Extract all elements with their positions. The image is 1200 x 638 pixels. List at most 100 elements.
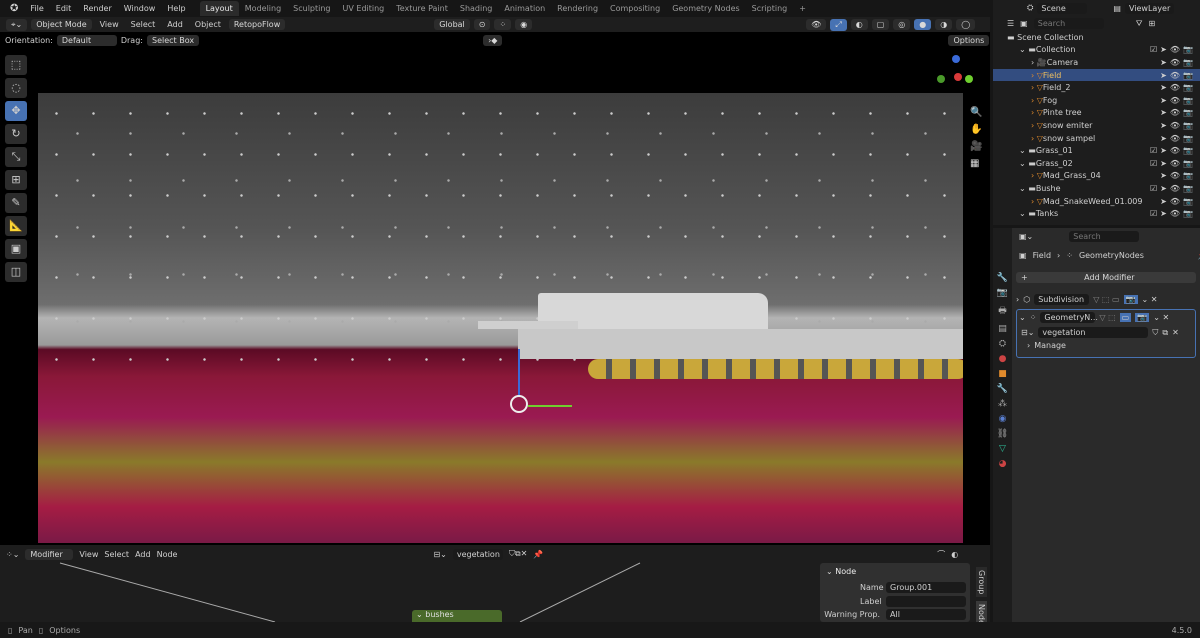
cursor-tool-icon[interactable]: ◌ [5,78,27,98]
visibility-toggles-icon[interactable]: ➤👁📷 [1160,197,1196,206]
scale-tool-icon[interactable]: ⤡ [5,147,27,167]
visibility-toggles-icon[interactable]: ➤👁📷 [1160,108,1196,117]
tab-shading[interactable]: Shading [454,4,499,13]
navigation-gizmo[interactable] [935,55,975,85]
node-name-field[interactable]: Group.001 [886,581,966,593]
outliner-row[interactable]: › ▽ Mad_SnakeWeed_01.009 ➤👁📷 [993,195,1200,208]
proportional-edit-icon[interactable]: ◉ [515,19,533,30]
add-cube-tool-icon[interactable]: ▣ [5,239,27,259]
visibility-toggles-icon[interactable]: ☑➤👁📷 [1150,209,1196,218]
gizmo-y-axis[interactable] [528,405,572,407]
tab-sculpting[interactable]: Sculpting [287,4,336,13]
add-workspace-icon[interactable]: + [793,4,812,13]
outliner-row[interactable]: › ▽ snow emiter ➤👁📷 [993,119,1200,132]
outliner-row[interactable]: ⌄ ▬ Bushe ☑➤👁📷 [993,182,1200,195]
warning-dropdown[interactable]: All [886,608,966,620]
snap-icon[interactable]: ⁘ [494,19,512,30]
outliner-row[interactable]: › ▽ snow sampel ➤👁📷 [993,132,1200,145]
modifier-subdivision[interactable]: › ⬡ Subdivision ▽ ⬚ ▭ 📷 ⌄ ✕ [1016,292,1196,306]
scene-selector[interactable]: Scene [1037,2,1088,14]
object-tab-icon[interactable]: ■ [998,369,1007,379]
orientation-dropdown[interactable]: Default [56,34,117,46]
options-dropdown[interactable]: Options [948,34,990,46]
properties-search[interactable]: Search [1069,231,1140,242]
visibility-toggles-icon[interactable]: ☑➤👁📷 [1150,184,1196,193]
outliner-row[interactable]: › ▽ Field ➤👁📷 [993,68,1200,82]
world-tab-icon[interactable]: ● [999,354,1007,364]
visibility-toggles-icon[interactable]: ➤👁📷 [1160,121,1196,130]
move-tool-icon[interactable]: ✥ [5,101,27,121]
menu-view[interactable]: View [96,20,123,29]
node-tree-icon[interactable]: ⊟⌄ [1021,328,1034,337]
pan-hand-icon[interactable]: ✋ [970,124,982,135]
menu-object[interactable]: Object [191,20,225,29]
view-layer-tab-icon[interactable]: ▤ [998,324,1007,334]
menu-select[interactable]: Select [127,20,160,29]
view-layer-selector[interactable]: ViewLayer [1124,2,1175,14]
visibility-toggles-icon[interactable]: ➤👁📷 [1160,171,1196,180]
rendered-scene[interactable] [38,93,963,543]
drag-dropdown[interactable]: Select Box [146,34,200,46]
filter-icon[interactable]: ⛛ [1136,19,1143,29]
tool-tab-icon[interactable]: 🔧 [997,273,1008,283]
constraints-tab-icon[interactable]: ⛓ [997,429,1008,439]
menu-file[interactable]: File [24,4,49,13]
rotate-tool-icon[interactable]: ↻ [5,124,27,144]
tab-animation[interactable]: Animation [498,4,551,13]
annotate-tool-icon[interactable]: ✎ [5,193,27,213]
fake-user-icon[interactable]: ⛉ [1152,328,1158,338]
outliner-row[interactable]: › 🎥 Camera ➤👁📷 [993,56,1200,69]
outliner-search[interactable]: Search [1033,18,1104,29]
tab-compositing[interactable]: Compositing [604,4,666,13]
outliner-row[interactable]: › ▽ Mad_Grass_04 ➤👁📷 [993,170,1200,183]
visibility-toggles-icon[interactable]: ☑➤👁📷 [1150,159,1196,168]
modifier-geometry-nodes[interactable]: ⌄ ⁘ GeometryN... ▽ ⬚ ▭ 📷 ⌄ ✕ ⊟⌄ vegetation ⛉… [1016,309,1196,358]
sidebar-tab-group[interactable]: Group [976,567,987,598]
output-tab-icon[interactable]: 🖶 [998,303,1007,319]
tab-scripting[interactable]: Scripting [746,4,794,13]
visibility-toggles-icon[interactable]: ☑➤👁📷 [1150,146,1196,155]
tab-texture-paint[interactable]: Texture Paint [390,4,454,13]
shading-material-icon[interactable]: ◑ [935,19,953,30]
select-tool-icon[interactable]: ⬚ [5,55,27,75]
physics-tab-icon[interactable]: ◉ [999,414,1007,424]
menu-window[interactable]: Window [118,4,162,13]
filter-type-icon[interactable]: ▣ [1020,19,1028,28]
tab-rendering[interactable]: Rendering [551,4,604,13]
camera-view-icon[interactable]: 🎥 [970,141,982,152]
material-tab-icon[interactable]: ◕ [999,459,1007,469]
visibility-toggles-icon[interactable]: ➤👁📷 [1160,71,1196,80]
scene-tab-icon[interactable]: ⛭ [999,339,1006,349]
editor-type-icon[interactable]: ▣⌄ [1019,232,1033,241]
outliner-row[interactable]: › ▽ Fog ➤👁📷 [993,94,1200,107]
pivot-icon[interactable]: ⊙ [473,19,491,30]
visibility-toggles-icon[interactable]: ➤👁📷 [1160,83,1196,92]
gizmo-toggle-icon[interactable]: ⤢ [830,18,847,31]
scene-collection-row[interactable]: ▬ Scene Collection [993,31,1200,44]
outliner-row[interactable]: ⌄ ▬ Grass_01 ☑➤👁📷 [993,144,1200,157]
visibility-toggles-icon[interactable]: ➤👁📷 [1160,96,1196,105]
visibility-icon[interactable]: 👁 [806,19,827,30]
measure-tool-icon[interactable]: 📐 [5,216,27,236]
outliner-row[interactable]: ⌄ ▬ Grass_02 ☑➤👁📷 [993,157,1200,170]
visibility-toggles-icon[interactable]: ➤👁📷 [1160,58,1196,67]
overlay-icon[interactable]: ◐ [850,19,868,30]
particles-tab-icon[interactable]: ⁂ [998,399,1007,409]
scene-icon[interactable]: ⛭ [1027,3,1033,13]
outliner-row[interactable]: ⌄ ▬ Collection ☑➤👁📷 [993,44,1200,57]
unlink-icon[interactable]: ✕ [1172,328,1179,337]
xray-icon[interactable]: ▢ [871,19,890,30]
add-modifier-button[interactable]: + Add Modifier [1016,272,1196,283]
node-label-field[interactable] [886,595,966,607]
manage-panel[interactable]: › Manage [1017,341,1195,350]
display-mode-icon[interactable]: ☰ [1007,19,1014,28]
node-frame-bushes[interactable]: ⌄ bushes [412,610,502,622]
tab-uv-editing[interactable]: UV Editing [337,4,391,13]
retopoflow-dropdown[interactable]: RetopoFlow [228,19,286,30]
menu-add[interactable]: Add [163,20,187,29]
gizmo-z-axis[interactable] [518,349,520,395]
node-group-field[interactable]: vegetation [1038,327,1149,338]
data-tab-icon[interactable]: ▽ [999,444,1006,454]
outliner-row[interactable]: › ▽ Field_2 ➤👁📷 [993,81,1200,94]
shading-solid-icon[interactable]: ● [914,19,932,30]
